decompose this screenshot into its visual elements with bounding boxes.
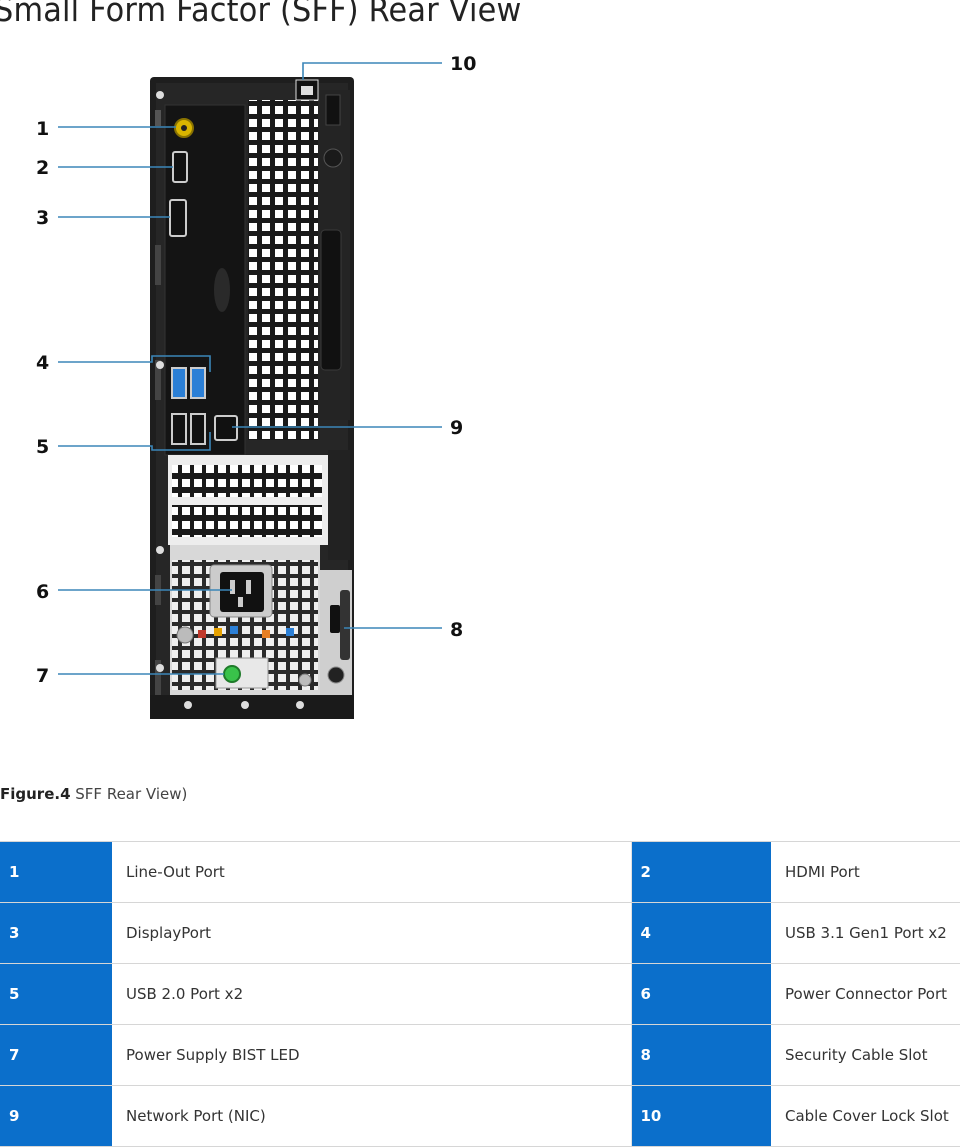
callout-10: 10 bbox=[450, 53, 476, 75]
legend-label: DisplayPort bbox=[112, 902, 631, 964]
legend-label: Power Supply BIST LED bbox=[112, 1024, 631, 1086]
legend-number: 4 bbox=[630, 902, 771, 964]
page-title: Small Form Factor (SFF) Rear View bbox=[0, 0, 522, 29]
legend-number: 7 bbox=[0, 1024, 112, 1086]
sff-rear-view-diagram: 1 2 3 4 5 6 7 8 9 10 bbox=[36, 53, 476, 719]
bist-led bbox=[223, 665, 241, 683]
legend-label: Network Port (NIC) bbox=[112, 1085, 631, 1147]
usb3-port-b bbox=[190, 367, 206, 399]
legend-number: 8 bbox=[630, 1024, 771, 1086]
callout-1: 1 bbox=[36, 118, 49, 140]
figure-caption-label: Figure.4 bbox=[0, 785, 71, 803]
legend-number: 1 bbox=[0, 841, 112, 903]
figure-caption-text: SFF Rear View) bbox=[70, 785, 188, 803]
callout-4: 4 bbox=[36, 352, 49, 374]
table-row: 7 Power Supply BIST LED 8 Security Cable… bbox=[0, 1024, 960, 1086]
legend-number: 6 bbox=[630, 963, 771, 1025]
legend-number: 5 bbox=[0, 963, 112, 1025]
usb2-port-b bbox=[190, 413, 206, 445]
hdmi-port bbox=[172, 151, 188, 183]
callout-8: 8 bbox=[450, 619, 463, 641]
table-row: 5 USB 2.0 Port x2 6 Power Connector Port bbox=[0, 963, 960, 1025]
displayport-port bbox=[169, 199, 187, 237]
callout-5: 5 bbox=[36, 436, 49, 458]
legend-label: USB 2.0 Port x2 bbox=[112, 963, 631, 1025]
callout-2: 2 bbox=[36, 157, 49, 179]
callout-7: 7 bbox=[36, 665, 49, 687]
port-legend-table: 1 Line-Out Port 2 HDMI Port 3 DisplayPor… bbox=[0, 841, 960, 1147]
usb3-port-a bbox=[171, 367, 187, 399]
legend-number: 3 bbox=[0, 902, 112, 964]
table-row: 9 Network Port (NIC) 10 Cable Cover Lock… bbox=[0, 1085, 960, 1147]
legend-label: Cable Cover Lock Slot bbox=[771, 1085, 960, 1147]
table-row: 1 Line-Out Port 2 HDMI Port bbox=[0, 841, 960, 903]
legend-label: USB 3.1 Gen1 Port x2 bbox=[771, 902, 960, 964]
legend-number: 9 bbox=[0, 1085, 112, 1147]
figure-caption: Figure.4 SFF Rear View) bbox=[0, 785, 187, 803]
network-port bbox=[214, 415, 238, 441]
table-row: 3 DisplayPort 4 USB 3.1 Gen1 Port x2 bbox=[0, 902, 960, 964]
legend-number: 2 bbox=[630, 841, 771, 903]
legend-label: Security Cable Slot bbox=[771, 1024, 960, 1086]
legend-label: HDMI Port bbox=[771, 841, 960, 903]
callout-3: 3 bbox=[36, 207, 49, 229]
legend-label: Line-Out Port bbox=[112, 841, 631, 903]
usb2-port-a bbox=[171, 413, 187, 445]
legend-label: Power Connector Port bbox=[771, 963, 960, 1025]
legend-number: 10 bbox=[630, 1085, 771, 1147]
callout-6: 6 bbox=[36, 581, 49, 603]
callout-9: 9 bbox=[450, 417, 463, 439]
